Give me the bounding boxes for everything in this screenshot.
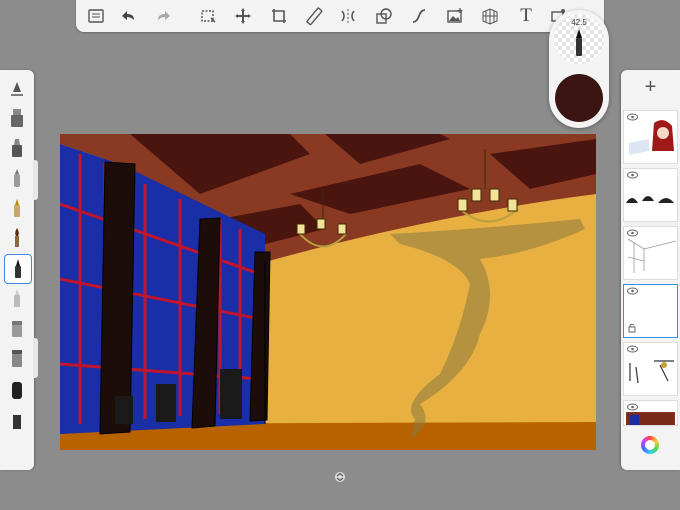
layer-props[interactable] bbox=[623, 342, 678, 396]
palette-handle-upper[interactable] bbox=[33, 160, 38, 200]
marker-wide-brush[interactable] bbox=[4, 104, 30, 132]
text-tool-glyph: T bbox=[520, 5, 532, 26]
visibility-eye-icon[interactable] bbox=[627, 345, 638, 353]
brush-puck[interactable]: 42.5 bbox=[549, 10, 609, 128]
visibility-eye-icon[interactable] bbox=[627, 287, 638, 295]
chisel-2-brush[interactable] bbox=[4, 344, 30, 372]
selection-icon[interactable] bbox=[196, 4, 220, 28]
bottom-toggle-icon[interactable] bbox=[333, 470, 347, 484]
round-marker-brush[interactable] bbox=[4, 376, 30, 404]
layer-panel: + bbox=[621, 70, 680, 470]
brush-size-indicator[interactable]: 42.5 bbox=[554, 14, 604, 64]
stroke-icon[interactable] bbox=[407, 4, 431, 28]
current-color-swatch[interactable] bbox=[555, 74, 603, 122]
gallery-icon[interactable] bbox=[84, 4, 108, 28]
visibility-eye-icon[interactable] bbox=[627, 229, 638, 237]
layer-character[interactable] bbox=[623, 110, 678, 164]
lock-icon[interactable] bbox=[628, 323, 636, 333]
pencil-brush[interactable] bbox=[4, 76, 30, 104]
transform-icon[interactable] bbox=[231, 4, 255, 28]
eraser-tip-brush[interactable] bbox=[4, 284, 30, 312]
text-icon[interactable]: T bbox=[514, 4, 538, 28]
chisel-brush[interactable] bbox=[4, 314, 30, 342]
palette-handle-lower[interactable] bbox=[33, 338, 38, 378]
brush-size-value: 42.5 bbox=[571, 18, 587, 27]
crop-icon[interactable] bbox=[267, 4, 291, 28]
visibility-eye-icon[interactable] bbox=[627, 113, 638, 121]
layer-selected[interactable] bbox=[623, 284, 678, 338]
ruler-icon[interactable] bbox=[302, 4, 326, 28]
brush-palette bbox=[0, 70, 38, 470]
shape-icon[interactable] bbox=[372, 4, 396, 28]
marker-brush[interactable] bbox=[4, 134, 30, 162]
perspective-grid-icon[interactable] bbox=[478, 4, 502, 28]
block-brush[interactable] bbox=[4, 406, 30, 434]
layer-line-art[interactable] bbox=[623, 226, 678, 280]
redo-icon[interactable] bbox=[152, 4, 176, 28]
add-layer-button[interactable]: + bbox=[621, 70, 680, 104]
paintbrush-brush[interactable] bbox=[4, 224, 30, 252]
layer-chandeliers[interactable] bbox=[623, 168, 678, 222]
ink-pen-brush[interactable] bbox=[4, 194, 30, 222]
add-image-icon[interactable] bbox=[443, 4, 467, 28]
symmetry-icon[interactable] bbox=[336, 4, 360, 28]
undo-icon[interactable] bbox=[116, 4, 140, 28]
brush-pen-brush[interactable] bbox=[4, 254, 32, 284]
drawing-canvas[interactable] bbox=[60, 134, 596, 450]
layer-background[interactable] bbox=[623, 400, 678, 426]
airbrush-brush[interactable] bbox=[4, 164, 30, 192]
visibility-eye-icon[interactable] bbox=[627, 171, 638, 179]
brush-pen-icon bbox=[576, 29, 582, 56]
artwork bbox=[60, 134, 596, 450]
column-left bbox=[99, 161, 136, 435]
top-toolbar: T bbox=[76, 0, 604, 32]
color-wheel-button[interactable] bbox=[641, 436, 659, 454]
visibility-eye-icon[interactable] bbox=[627, 403, 638, 411]
